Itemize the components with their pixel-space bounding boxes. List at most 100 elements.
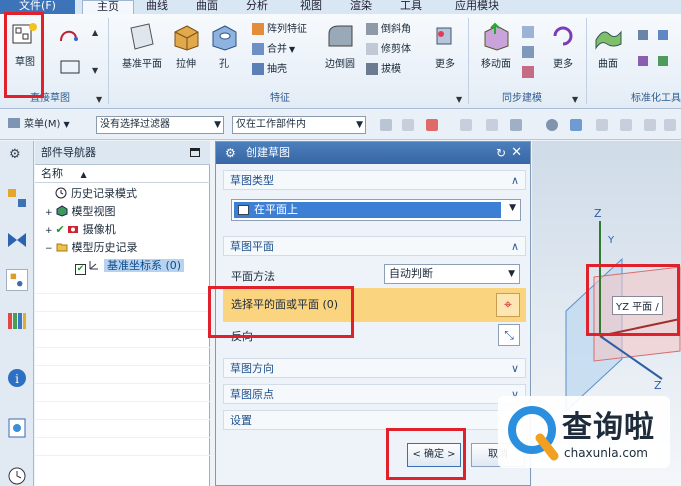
reverse-direction-icon[interactable]: ⤡ (498, 324, 520, 346)
arc-icon[interactable] (58, 26, 82, 44)
unite-button[interactable]: 合并 ▼ (252, 42, 295, 58)
sketch-origin-section[interactable]: 草图原点 ∨ (223, 384, 526, 404)
tab-analysis[interactable]: 分析 (238, 0, 276, 14)
tree-item-datum-csys[interactable]: ✔ 基准坐标系 (0) (75, 257, 185, 275)
datum-plane-label: 基准平面 (122, 59, 162, 70)
maximize-icon[interactable] (190, 148, 200, 157)
feature-more-button[interactable]: 更多 (428, 22, 462, 70)
web-browser-icon[interactable] (6, 417, 28, 439)
selection-scope-dropdown[interactable]: 仅在工作部件内 ▼ (232, 116, 366, 134)
dropdown-caret-icon[interactable]: ▲ (92, 28, 98, 37)
std-tool-icons[interactable] (636, 26, 680, 76)
collapse-icon[interactable]: − (45, 244, 53, 254)
sketch-plane-section[interactable]: 草图平面 ∧ (223, 236, 526, 256)
sync-more-button[interactable]: 更多 (546, 22, 580, 70)
plane-method-dropdown[interactable]: 自动判断 ▼ (384, 264, 520, 284)
selection-filter-dropdown[interactable]: 没有选择过滤器 ▼ (96, 116, 224, 134)
more-icon (553, 26, 573, 46)
shell-button[interactable]: 抽壳 (252, 62, 287, 78)
snap-icon[interactable] (664, 119, 676, 131)
assembly-navigator-icon[interactable] (6, 187, 28, 209)
chamfer-button[interactable]: 倒斜角 (366, 22, 411, 38)
chevron-down-icon: ▼ (508, 269, 515, 279)
tab-render[interactable]: 渲染 (342, 0, 380, 14)
checkmark-icon[interactable]: ✔ (56, 223, 65, 236)
hole-button[interactable]: 孔 (206, 22, 242, 70)
snap-icon[interactable] (596, 119, 608, 131)
sync-small-icons[interactable] (520, 24, 536, 84)
group-menu-icon[interactable]: ▼ (572, 95, 578, 104)
dialog-title-bar[interactable]: ⚙ 创建草图 ↻ ✕ (216, 142, 530, 164)
surface-button[interactable]: 曲面 (590, 22, 626, 70)
extrude-button[interactable]: 拉伸 (168, 22, 204, 70)
reset-icon[interactable]: ↻ (496, 142, 506, 164)
crosshair-icon[interactable]: ⌖ (496, 293, 520, 317)
sketch-type-dropdown[interactable]: 在平面上 ▼ (231, 199, 521, 221)
row-divider (35, 455, 210, 456)
tree-item-cameras[interactable]: + ✔ 摄像机 (45, 221, 116, 239)
unite-icon (252, 43, 264, 55)
information-icon[interactable]: i (6, 367, 28, 389)
move-face-label: 移动面 (481, 59, 511, 70)
tab-tools[interactable]: 工具 (392, 0, 430, 14)
sketch-type-value: 在平面上 (234, 202, 501, 218)
reuse-library-icon[interactable] (6, 309, 28, 331)
sketch-type-section[interactable]: 草图类型 ∧ (223, 170, 526, 190)
close-icon[interactable]: ✕ (511, 142, 522, 164)
constraint-navigator-icon[interactable] (6, 229, 28, 251)
shaded-view-icon[interactable] (570, 119, 582, 131)
watermark-text: 查询啦 (562, 410, 655, 445)
move-face-button[interactable]: 移动面 (474, 22, 518, 70)
settings-section[interactable]: 设置∨ (223, 410, 526, 430)
datum-plane-button[interactable]: 基准平面 (114, 22, 170, 70)
draft-button[interactable]: 拔模 (366, 62, 401, 78)
box-select-icon[interactable] (510, 119, 522, 131)
history-icon[interactable] (6, 465, 28, 486)
annotation-box-ok (386, 428, 466, 480)
hole-label: 孔 (219, 59, 229, 70)
navigator-header: 部件导航器 (35, 141, 210, 165)
surface-icon (595, 30, 622, 50)
snap-icon[interactable] (620, 119, 632, 131)
tab-curve[interactable]: 曲线 (138, 0, 176, 14)
dropdown-caret-icon[interactable]: ▼ (92, 66, 98, 75)
snap-icon[interactable] (486, 119, 498, 131)
plane-method-label: 平面方法 (231, 270, 275, 283)
group-menu-icon[interactable]: ▼ (456, 95, 462, 104)
trim-body-button[interactable]: 修剪体 (366, 42, 411, 58)
snap-icon[interactable] (644, 119, 656, 131)
tab-surface[interactable]: 曲面 (188, 0, 226, 14)
sketch-orientation-section[interactable]: 草图方向 ∨ (223, 358, 526, 378)
gear-icon[interactable]: ⚙ (225, 142, 236, 164)
model-views-icon (56, 205, 68, 217)
point-snap-icon[interactable] (426, 119, 438, 131)
main-menu-button[interactable]: 菜单(M) ▼ (8, 117, 70, 135)
tree-item-model-history[interactable]: − 模型历史记录 (45, 239, 138, 257)
annotation-box-select-plane (208, 286, 354, 338)
part-navigator-icon[interactable] (6, 269, 28, 291)
tree-item-model-views[interactable]: + 模型视图 (45, 203, 116, 221)
sync-more-label: 更多 (553, 59, 573, 70)
name-column-header[interactable]: 名称 ▲ (35, 165, 210, 183)
snap-icon[interactable] (460, 119, 472, 131)
svg-text:Z: Z (654, 379, 662, 392)
view-icon[interactable] (546, 119, 558, 131)
tab-view[interactable]: 视图 (292, 0, 330, 14)
tab-home[interactable]: 主页 (82, 0, 134, 14)
expand-icon[interactable]: + (45, 208, 53, 218)
shell-icon (252, 63, 264, 75)
chevron-up-icon: ∧ (510, 174, 519, 187)
checkbox-icon[interactable]: ✔ (75, 264, 86, 275)
expand-icon[interactable]: + (45, 226, 53, 236)
edge-blend-button[interactable]: 边倒圆 (318, 22, 362, 70)
gear-icon[interactable]: ⚙ (9, 147, 21, 162)
pattern-feature-button[interactable]: 阵列特征 (252, 22, 307, 38)
menu-icon (8, 118, 20, 128)
snap-icon[interactable] (380, 119, 392, 131)
tab-applications[interactable]: 应用模块 (442, 0, 512, 14)
snap-icon[interactable] (402, 119, 414, 131)
chevron-down-icon: ▼ (509, 203, 516, 213)
group-menu-icon[interactable]: ▼ (96, 95, 102, 104)
rectangle-icon[interactable] (58, 58, 82, 76)
tree-item-history-mode[interactable]: 历史记录模式 (55, 185, 137, 203)
